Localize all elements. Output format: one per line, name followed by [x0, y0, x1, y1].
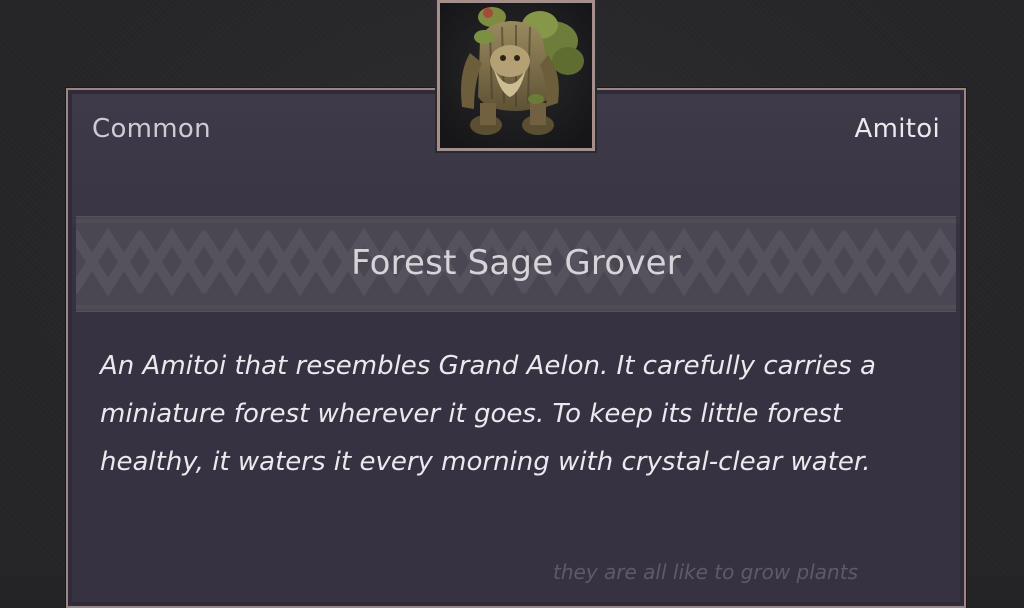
category-label: Amitoi [854, 114, 940, 144]
forest-sage-grover-icon [440, 3, 592, 148]
item-portrait [437, 0, 595, 151]
faded-footnote: they are all like to grow plants [553, 560, 858, 584]
item-card: Common Amitoi Forest Sage Grover An Amit… [66, 88, 966, 608]
item-description: An Amitoi that resembles Grand Aelon. It… [100, 351, 876, 477]
item-name: Forest Sage Grover [351, 243, 681, 283]
rarity-label: Common [92, 114, 211, 144]
name-banner: Forest Sage Grover [76, 216, 956, 312]
